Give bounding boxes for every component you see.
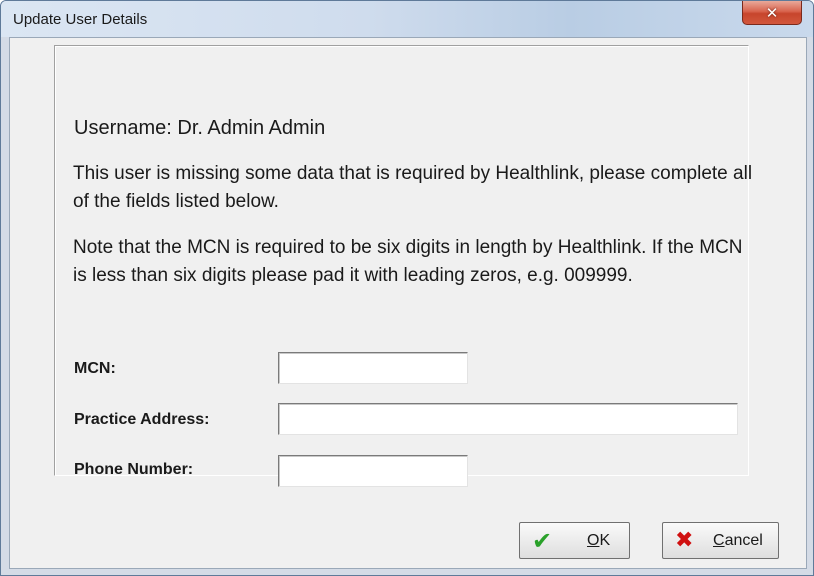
practice-address-label: Practice Address: [74, 411, 210, 428]
close-icon: ✕ [765, 3, 779, 22]
window-title: Update User Details [13, 11, 148, 28]
check-icon: ✔ [532, 527, 553, 555]
phone-number-input[interactable] [278, 455, 468, 487]
phone-number-label: Phone Number: [74, 461, 194, 478]
x-icon: ✖ [675, 528, 694, 553]
cancel-mnemonic: C [713, 532, 725, 549]
cancel-button[interactable]: ✖ Cancel [662, 522, 779, 559]
practice-address-input[interactable] [278, 403, 738, 435]
mcn-note-message: Note that the MCN is required to be six … [73, 237, 743, 286]
ok-button[interactable]: ✔ OK [519, 522, 630, 559]
mcn-input[interactable] [278, 352, 468, 384]
cancel-button-label: Cancel [713, 532, 763, 550]
ok-mnemonic: O [587, 532, 600, 549]
ok-button-label: OK [587, 532, 610, 550]
username-heading: Username: Dr. Admin Admin [74, 117, 326, 139]
ok-label-rest: K [599, 532, 611, 549]
missing-data-message: This user is missing some data that is r… [73, 163, 753, 212]
close-button[interactable]: ✕ [742, 1, 802, 25]
mcn-label: MCN: [74, 360, 116, 377]
cancel-label-rest: ancel [724, 532, 763, 549]
title-bar[interactable]: Update User Details ✕ [1, 1, 813, 37]
